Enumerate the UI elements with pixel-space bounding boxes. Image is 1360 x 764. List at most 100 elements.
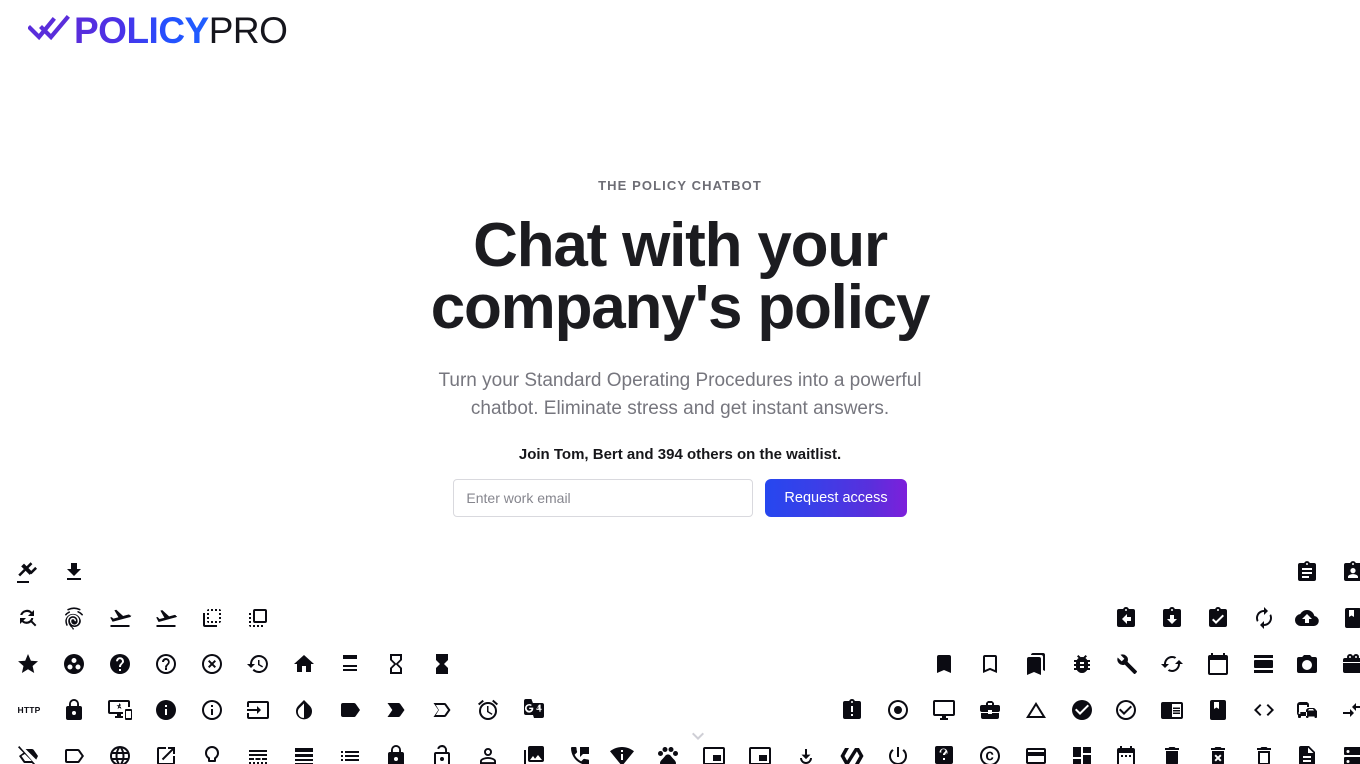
assignment-ind-icon	[1339, 558, 1360, 586]
picture-in-picture-icon	[700, 742, 728, 764]
waitlist-signup-form: Request access	[0, 479, 1360, 518]
brand-wordmark: POLICY PRO	[74, 9, 288, 51]
fingerprint-icon	[60, 604, 88, 632]
horizontal-split-icon	[336, 650, 364, 678]
play-for-work-icon	[792, 742, 820, 764]
waitlist-count-text: Join Tom, Bert and 394 others on the wai…	[518, 446, 842, 464]
label-outline-icon	[60, 742, 88, 764]
brand-logo[interactable]: POLICY PRO	[28, 8, 288, 52]
get-app-icon	[60, 558, 88, 586]
flip-to-back-icon	[198, 604, 226, 632]
photo-library-icon	[520, 742, 548, 764]
page-title: Chat with your company's policy	[0, 215, 1360, 339]
headline-line-2: company's policy	[430, 273, 931, 342]
person-outline-icon	[474, 742, 502, 764]
cached-icon	[1158, 650, 1186, 678]
http-text-icon: HTTP	[17, 705, 41, 715]
polymer-icon	[838, 742, 866, 764]
label-off-icon	[14, 742, 42, 764]
assignment-icon	[1293, 558, 1321, 586]
icon-glyph-grid: HTTP	[0, 540, 1360, 764]
lightbulb-outline-icon	[198, 742, 226, 764]
https-lock-icon	[60, 696, 88, 724]
dns-icon	[1339, 742, 1360, 764]
bookmark-border-icon	[976, 650, 1004, 678]
perm-scan-wifi-icon	[608, 742, 636, 764]
flight-land-icon	[106, 604, 134, 632]
camera-enhance-icon	[1293, 650, 1321, 678]
chrome-reader-mode-icon	[1158, 696, 1186, 724]
date-range-icon	[1112, 742, 1140, 764]
home-icon	[290, 650, 318, 678]
label-icon	[336, 696, 364, 724]
pets-icon	[654, 742, 682, 764]
change-history-icon	[1022, 696, 1050, 724]
hourglass-empty-icon	[382, 650, 410, 678]
copyright-icon	[976, 742, 1004, 764]
list-icon	[336, 742, 364, 764]
build-icon	[1112, 650, 1140, 678]
credit-card-icon	[1022, 742, 1050, 764]
invert-colors-icon	[290, 696, 318, 724]
g-translate-icon	[520, 696, 548, 724]
grade-icon	[14, 650, 42, 678]
assignment-returned-icon	[1158, 604, 1186, 632]
highlight-off-icon	[198, 650, 226, 678]
business-center-icon	[976, 696, 1004, 724]
brand-name-secondary: PRO	[208, 9, 288, 51]
important-devices-icon	[106, 696, 134, 724]
assignment-return-icon	[1112, 604, 1140, 632]
picture-in-picture-alt-icon	[746, 742, 774, 764]
history-icon	[244, 650, 272, 678]
launch-icon	[152, 742, 180, 764]
info-icon	[152, 696, 180, 724]
brand-name-primary: POLICY	[74, 9, 209, 51]
backup-icon	[1293, 604, 1321, 632]
request-access-button[interactable]: Request access	[765, 479, 907, 518]
line-style-icon	[244, 742, 272, 764]
language-icon	[106, 742, 134, 764]
lock-icon	[382, 742, 410, 764]
hero-subheadline: Turn your Standard Operating Procedures …	[438, 370, 922, 419]
adjust-icon	[884, 696, 912, 724]
label-important-icon	[382, 696, 410, 724]
commute-icon	[1293, 696, 1321, 724]
help-outline-icon	[152, 650, 180, 678]
check-circle-outline-icon	[1112, 696, 1140, 724]
delete-forever-icon	[1204, 742, 1232, 764]
calendar-today-icon	[1204, 650, 1232, 678]
bookmarks-icon	[1022, 650, 1050, 678]
flight-takeoff-icon	[152, 604, 180, 632]
hero-section: THE POLICY CHATBOT Chat with your compan…	[0, 178, 1360, 518]
help-icon	[106, 650, 134, 678]
bug-report-icon	[1068, 650, 1096, 678]
dashboard-icon	[1068, 742, 1096, 764]
delete-icon	[1158, 742, 1186, 764]
description-icon	[1293, 742, 1321, 764]
live-help-icon	[930, 742, 958, 764]
email-input[interactable]	[453, 479, 754, 518]
flip-to-front-icon	[244, 604, 272, 632]
compare-arrows-icon	[1339, 696, 1360, 724]
assignment-late-icon	[838, 696, 866, 724]
line-weight-icon	[290, 742, 318, 764]
info-outline-icon	[198, 696, 226, 724]
group-work-icon	[60, 650, 88, 678]
find-replace-icon	[14, 604, 42, 632]
alarm-icon	[474, 696, 502, 724]
assignment-turned-in-icon	[1204, 604, 1232, 632]
class-icon	[1204, 696, 1232, 724]
hero-eyebrow: THE POLICY CHATBOT	[598, 178, 762, 193]
power-settings-new-icon	[884, 742, 912, 764]
desktop-windows-icon	[930, 696, 958, 724]
label-important-outline-icon	[428, 696, 456, 724]
perm-phone-msg-icon	[566, 742, 594, 764]
input-icon	[244, 696, 272, 724]
delete-outline-icon	[1250, 742, 1278, 764]
code-icon	[1250, 696, 1278, 724]
book-icon	[1339, 604, 1360, 632]
gavel-icon	[14, 558, 42, 586]
bookmark-icon	[930, 650, 958, 678]
headline-line-1: Chat with your	[473, 211, 888, 280]
double-check-icon	[28, 15, 70, 41]
